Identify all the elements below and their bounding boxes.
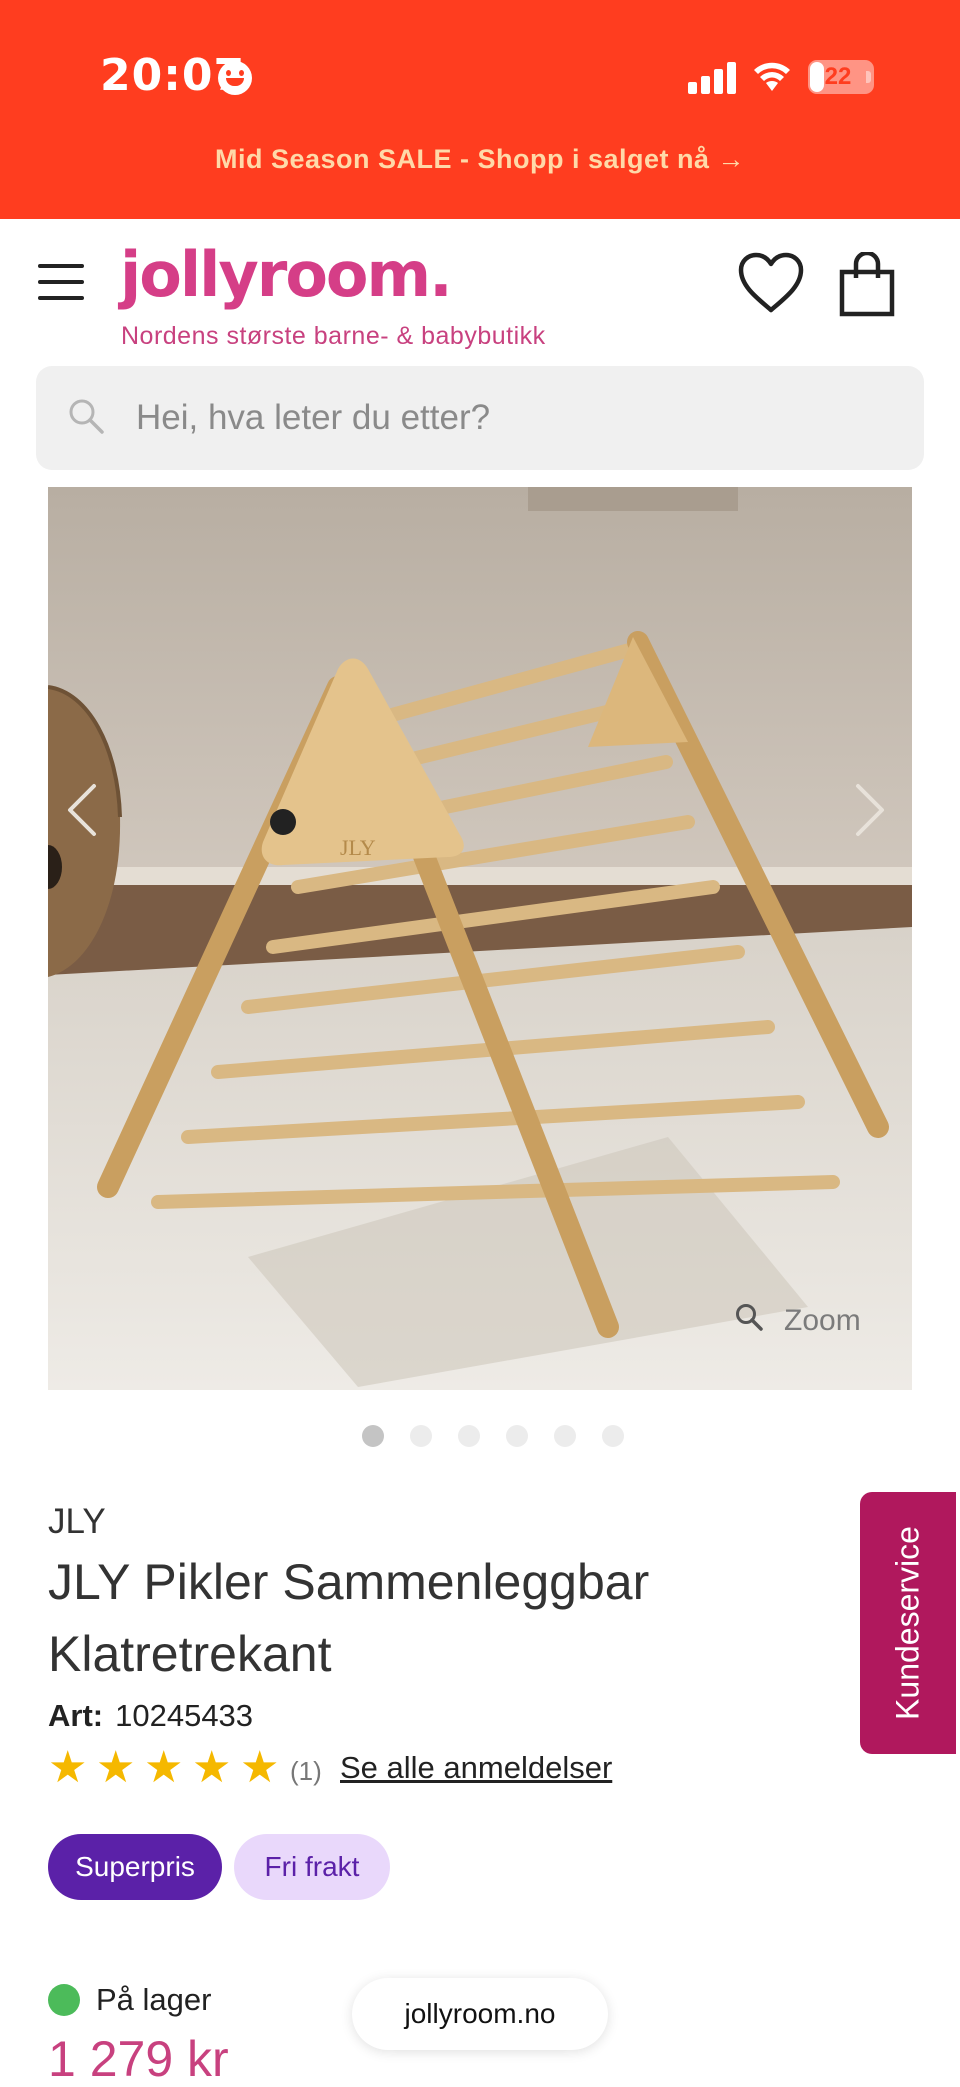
promo-banner[interactable]: Mid Season SALE - Shopp i salget nå → [0, 144, 960, 219]
battery-tip [866, 71, 871, 83]
search-bar[interactable] [36, 366, 924, 470]
product-image-gallery[interactable]: JLY [48, 487, 912, 1390]
stock-status: På lager [96, 1982, 212, 2017]
star-icon: ★ [192, 1743, 232, 1792]
zoom-label: Zoom [784, 1304, 861, 1337]
star-icon: ★ [240, 1743, 280, 1792]
gallery-dot[interactable] [362, 1425, 384, 1447]
gallery-dot[interactable] [554, 1425, 576, 1447]
search-input[interactable] [136, 366, 896, 470]
kundeservice-tab[interactable]: Kundeservice [860, 1492, 956, 1754]
battery-percentage: 22 [824, 63, 852, 90]
star-icon: ★ [96, 1743, 136, 1792]
browser-url-pill[interactable]: jollyroom.no [352, 1978, 608, 2050]
product-title: JLY Pikler Sammenleggbar Klatretrekant [48, 1554, 650, 1682]
promo-text[interactable]: Mid Season SALE - Shopp i salget nå → [215, 127, 745, 191]
star-icon: ★ [144, 1743, 184, 1792]
article-number-value: 10245433 [115, 1698, 254, 1733]
product-brand[interactable]: JLY [48, 1502, 106, 1542]
site-logo[interactable]: jollyroom. [120, 238, 453, 311]
gallery-dot[interactable] [506, 1425, 528, 1447]
gallery-dot[interactable] [458, 1425, 480, 1447]
fri-frakt-badge: Fri frakt [234, 1834, 390, 1900]
gallery-dot[interactable] [602, 1425, 624, 1447]
article-number: Art: 10245433 [48, 1698, 253, 1734]
article-number-label: Art: [48, 1698, 104, 1733]
next-image-arrow-icon[interactable] [850, 780, 890, 840]
product-image[interactable]: JLY [48, 487, 912, 1390]
review-count: (1) [290, 1756, 322, 1786]
signal-icon [688, 62, 738, 94]
heart-icon[interactable] [737, 252, 805, 314]
focus-mode-icon [218, 61, 252, 95]
kundeservice-label: Kundeservice [889, 1526, 926, 1720]
battery-icon: 22 [808, 60, 874, 94]
gallery-dot[interactable] [410, 1425, 432, 1447]
see-all-reviews-link[interactable]: Se alle anmeldelser [340, 1750, 612, 1786]
search-icon [69, 399, 104, 434]
site-tagline: Nordens største barne- & babybutikk [121, 322, 546, 350]
in-stock-indicator [48, 1984, 80, 2016]
previous-image-arrow-icon[interactable] [62, 780, 102, 840]
menu-icon[interactable] [38, 264, 84, 300]
zoom-icon [736, 1304, 763, 1331]
star-icon: ★ [48, 1743, 88, 1792]
svg-text:JLY: JLY [340, 835, 376, 860]
superpris-badge: Superpris [48, 1834, 222, 1900]
wifi-icon [754, 62, 790, 91]
product-price: 1 279 kr [48, 2031, 229, 2087]
bag-icon[interactable] [838, 252, 896, 318]
